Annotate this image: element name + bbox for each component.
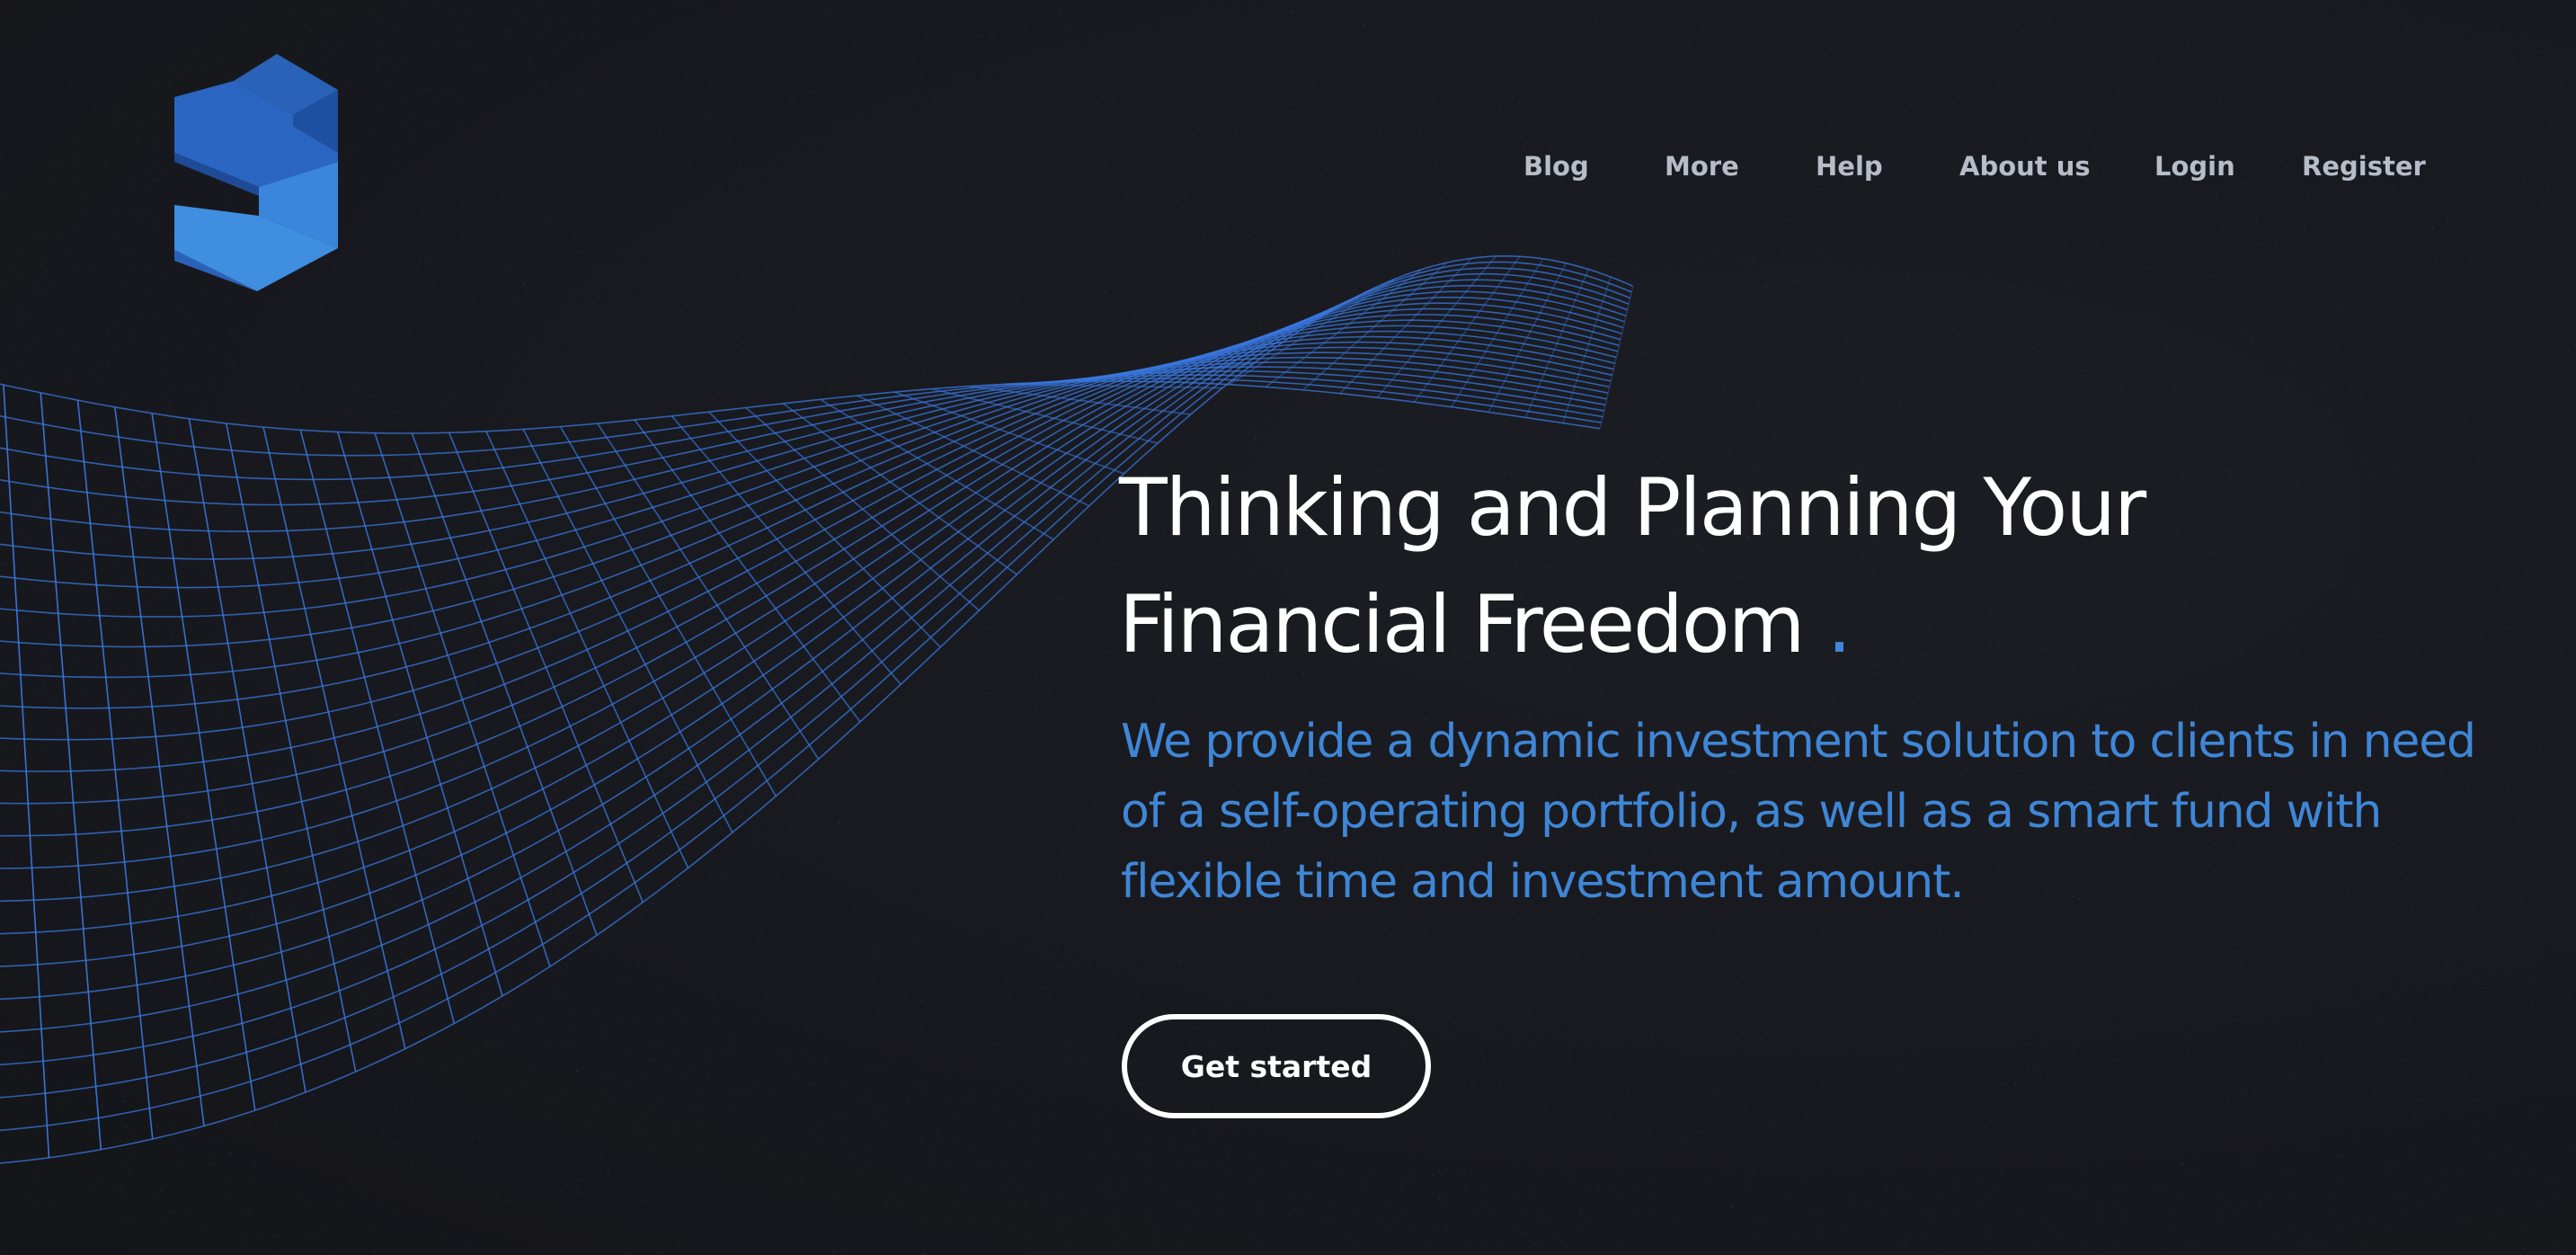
wave-mesh-line xyxy=(0,267,1630,1099)
wave-mesh-line xyxy=(1599,286,1634,429)
nav-item-help[interactable]: Help xyxy=(1816,151,1883,182)
hero-subtext: We provide a dynamic investment solution… xyxy=(1121,715,2476,909)
nav-item-register[interactable]: Register xyxy=(2302,151,2426,182)
wave-mesh-line xyxy=(893,391,1124,475)
nav-item-more[interactable]: More xyxy=(1665,151,1739,182)
wave-mesh-line xyxy=(448,432,644,903)
wave-mesh-line xyxy=(931,387,1159,444)
wave-mesh-line xyxy=(745,406,980,611)
wave-mesh-line xyxy=(76,400,154,1140)
wave-mesh-line xyxy=(262,426,406,1049)
s-cube-logo-icon[interactable] xyxy=(171,52,342,291)
wave-mesh-line xyxy=(522,429,733,833)
hero-headline-dot: . xyxy=(1826,578,1852,671)
main-nav: Blog More Help About us Login Register xyxy=(1492,151,2436,191)
wave-mesh-line xyxy=(559,426,777,797)
nav-item-blog[interactable]: Blog xyxy=(1523,151,1589,182)
hero-headline-line1: Thinking and Planning Your xyxy=(1119,461,2146,554)
wave-mesh-line xyxy=(151,413,256,1111)
wave-mesh-line xyxy=(336,432,503,997)
nav-item-about-us[interactable]: About us xyxy=(1959,151,2091,182)
get-started-button[interactable]: Get started xyxy=(1122,1014,1431,1118)
nav-item-login[interactable]: Login xyxy=(2154,151,2235,182)
hero-headline: Thinking and Planning Your Financial Free… xyxy=(1119,449,2377,683)
wave-mesh-line xyxy=(597,423,820,760)
page-root: Blog More Help About us Login Register T… xyxy=(0,0,2576,1255)
wave-mesh-line xyxy=(634,419,861,723)
hero-headline-line2: Financial Freedom xyxy=(1119,578,1805,671)
